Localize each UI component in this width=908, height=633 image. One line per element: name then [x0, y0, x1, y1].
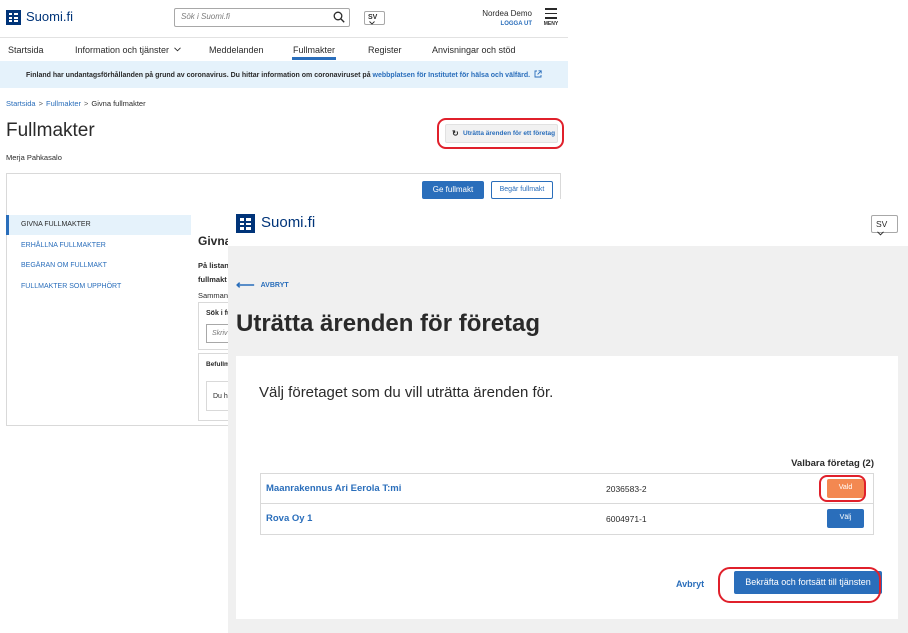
business-id: 6004971-1 [606, 514, 647, 524]
section-intro-2: fullmakt [198, 275, 227, 284]
nav-active-indicator [292, 57, 336, 60]
section-summary: Samman [198, 291, 229, 300]
nav-item-label: Information och tjänster [75, 45, 170, 55]
chevron-down-icon [369, 21, 375, 25]
suomi-logo-icon[interactable] [236, 214, 255, 233]
language-label: SV [876, 219, 888, 229]
back-link[interactable]: ⟵ AVBRYT [236, 277, 289, 293]
user-info: Nordea Demo LOGGA UT [474, 9, 532, 27]
search-placeholder: Sök i Suomi.fi [181, 12, 230, 21]
modal-header: Suomi.fi SV [228, 199, 908, 246]
logo-text[interactable]: Suomi.fi [261, 214, 315, 231]
chevron-down-icon [877, 231, 884, 236]
table-row: Rova Oy 1 6004971-1 Välj [261, 504, 873, 534]
menu-label: MENY [543, 20, 559, 27]
company-name-link[interactable]: Maanrakennus Ari Eerola T:mi [266, 483, 401, 494]
search-input[interactable]: Sök i Suomi.fi [174, 8, 350, 27]
table-row: Maanrakennus Ari Eerola T:mi 2036583-2 V… [261, 474, 873, 504]
company-name-link[interactable]: Rova Oy 1 [266, 513, 312, 524]
nav-item-register[interactable]: Register [368, 45, 402, 55]
company-count: Valbara företag (2) [791, 458, 874, 469]
language-select[interactable]: SV [364, 11, 385, 25]
site-header: Suomi.fi Sök i Suomi.fi SV Nordea Demo L… [0, 0, 568, 38]
notice-text: Finland har undantagsförhållanden på gru… [26, 70, 542, 79]
logout-link[interactable]: LOGGA UT [474, 21, 532, 27]
company-table: Maanrakennus Ari Eerola T:mi 2036583-2 V… [260, 473, 874, 535]
notice-link[interactable]: webbplatsen för Institutet för hälsa och… [373, 72, 531, 79]
nav-item-information[interactable]: Information och tjänster [75, 45, 181, 55]
language-label: SV [368, 14, 378, 21]
empty-state-text: Du h [213, 393, 228, 400]
language-select[interactable]: SV [871, 215, 898, 236]
external-link-icon[interactable] [534, 70, 542, 78]
back-label: AVBRYT [260, 282, 289, 289]
nav-item-startsida[interactable]: Startsida [8, 45, 44, 55]
page-title: Uträtta ärenden för företag [236, 310, 541, 337]
nav-item-meddelanden[interactable]: Meddelanden [209, 45, 264, 55]
notice-banner: Finland har undantagsförhållanden på gru… [0, 61, 568, 88]
give-authorization-button[interactable]: Ge fullmakt [422, 181, 484, 199]
suomi-logo-icon[interactable] [6, 10, 21, 25]
search-icon[interactable] [333, 11, 345, 23]
user-name: Nordea Demo [482, 9, 532, 18]
side-menu: GIVNA FULLMAKTER ERHÅLLNA FULLMAKTER BEG… [6, 215, 191, 297]
highlight-selected-button [819, 475, 866, 502]
section-heading: Givna [198, 234, 232, 248]
menu-button[interactable]: MENY [543, 8, 559, 27]
breadcrumb-fullmakter[interactable]: Fullmakter [46, 99, 81, 108]
page-title: Fullmakter [6, 120, 95, 141]
highlight-confirm-button [718, 567, 881, 603]
select-button[interactable]: Välj [827, 509, 864, 528]
request-authorization-button[interactable]: Begär fullmakt [491, 181, 553, 199]
side-menu-item-given[interactable]: GIVNA FULLMAKTER [6, 215, 191, 235]
lead-text: Välj företaget som du vill uträtta ärend… [259, 384, 554, 401]
breadcrumb: Startsida > Fullmakter > Givna fullmakter [6, 99, 146, 108]
section-intro-1: På listan [198, 261, 229, 270]
cancel-link[interactable]: Avbryt [676, 579, 704, 589]
chevron-down-icon [173, 47, 181, 52]
side-menu-item-requests[interactable]: BEGÄRAN OM FULLMAKT [6, 256, 191, 276]
notice-body: Finland har undantagsförhållanden på gru… [26, 72, 373, 79]
business-id: 2036583-2 [606, 484, 647, 494]
breadcrumb-startsida[interactable]: Startsida [6, 99, 36, 108]
logo-text[interactable]: Suomi.fi [26, 9, 73, 24]
nav-item-fullmakter[interactable]: Fullmakter [293, 45, 335, 55]
nav-item-anvisningar[interactable]: Anvisningar och stöd [432, 45, 516, 55]
tab-authorized[interactable]: Befullm [206, 361, 230, 368]
side-menu-item-ended[interactable]: FULLMAKTER SOM UPPHÖRT [6, 277, 191, 297]
main-nav: Startsida Information och tjänster Medde… [0, 38, 568, 60]
highlight-act-button [437, 118, 564, 149]
person-name: Merja Pahkasalo [6, 153, 62, 162]
side-menu-item-received[interactable]: ERHÅLLNA FULLMAKTER [6, 236, 191, 256]
menu-icon [543, 8, 559, 19]
breadcrumb-current: Givna fullmakter [91, 99, 146, 108]
back-arrow-icon: ⟵ [236, 277, 255, 292]
authorization-search-placeholder: Skriv [212, 330, 228, 337]
